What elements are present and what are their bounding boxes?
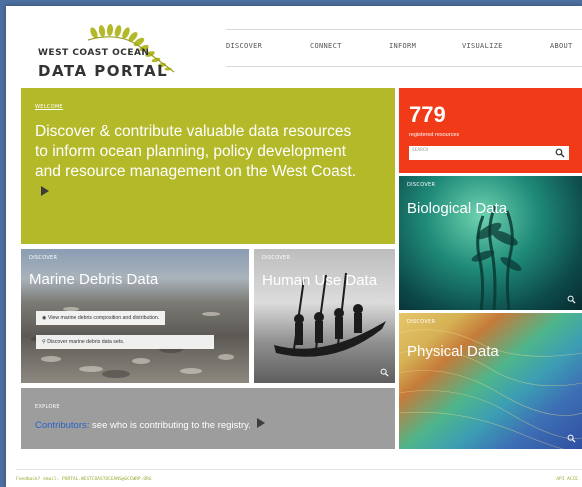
nav-discover[interactable]: DISCOVER: [226, 42, 262, 50]
play-arrow-icon[interactable]: [41, 186, 49, 196]
biological-data-tile[interactable]: DISCOVER Biological Data: [399, 176, 582, 310]
page: WEST COAST OCEAN DATA PORTAL DISCOVER CO…: [6, 6, 582, 487]
footer-feedback[interactable]: Feedback? email: PORTAL.WESTCOASTOCEANS@…: [16, 477, 151, 482]
resource-counter-tile: 779 registered resources SEARCH: [399, 88, 582, 173]
physical-data-tile[interactable]: DISCOVER Physical Data: [399, 313, 582, 449]
view-debris-link[interactable]: ◉ View marine debris composition and dis…: [36, 311, 166, 325]
welcome-tag: WELCOME: [35, 104, 63, 110]
contributors-link[interactable]: Contributors:: [35, 420, 89, 431]
debris-title: Marine Debris Data: [29, 271, 159, 288]
welcome-tile[interactable]: WELCOME Discover & contribute valuable d…: [21, 88, 395, 244]
search-icon[interactable]: [567, 295, 576, 304]
bio-title: Biological Data: [407, 200, 508, 217]
welcome-text: Discover & contribute valuable data reso…: [35, 122, 365, 202]
bio-tag: DISCOVER: [407, 182, 436, 188]
human-tag: DISCOVER: [262, 255, 291, 261]
footer-api-link[interactable]: API ACCE: [556, 477, 578, 482]
play-arrow-icon[interactable]: [256, 418, 265, 428]
main-nav: DISCOVER CONNECT INFORM VISUALIZE ABOUT: [226, 29, 582, 67]
explore-tile[interactable]: EXPLORE Contributors: see who is contrib…: [21, 388, 395, 449]
human-title: Human Use Data: [262, 272, 378, 289]
search-box[interactable]: SEARCH: [409, 146, 569, 160]
nav-inform[interactable]: INFORM: [389, 42, 416, 50]
resource-count: 779: [409, 102, 446, 127]
discover-debris-label: Discover marine debris data sets.: [47, 339, 125, 345]
explore-description: see who is contributing to the registry.: [92, 420, 251, 431]
nav-connect[interactable]: CONNECT: [310, 42, 342, 50]
resource-count-label: registered resources: [409, 132, 460, 138]
explore-text: Contributors: see who is contributing to…: [35, 418, 265, 431]
view-debris-label: View marine debris composition and distr…: [47, 315, 160, 321]
nav-visualize[interactable]: VISUALIZE: [462, 42, 503, 50]
discover-debris-link[interactable]: ⚲ Discover marine debris data sets.: [36, 335, 214, 349]
search-icon[interactable]: [567, 434, 576, 443]
search-input[interactable]: SEARCH: [412, 148, 428, 153]
explore-tag: EXPLORE: [35, 404, 60, 410]
marine-debris-tile[interactable]: DISCOVER Marine Debris Data ◉ View marin…: [21, 249, 249, 383]
bathymetry-image: [399, 329, 582, 449]
welcome-message: Discover & contribute valuable data reso…: [35, 123, 357, 180]
debris-tag: DISCOVER: [29, 255, 58, 261]
logo-line1: WEST COAST OCEAN: [38, 48, 150, 58]
phys-title: Physical Data: [407, 343, 499, 360]
phys-tag: DISCOVER: [407, 319, 436, 325]
portal-logo[interactable]: WEST COAST OCEAN DATA PORTAL: [16, 20, 186, 86]
logo-line2: DATA PORTAL: [38, 62, 169, 80]
canoe-image: [274, 272, 386, 357]
footer-divider: [16, 469, 582, 470]
kelp-image: [471, 205, 522, 310]
nav-about[interactable]: ABOUT: [550, 42, 573, 50]
search-icon[interactable]: [380, 368, 389, 377]
human-use-tile[interactable]: DISCOVER Human Use Data: [254, 249, 395, 383]
search-icon[interactable]: [555, 148, 565, 158]
